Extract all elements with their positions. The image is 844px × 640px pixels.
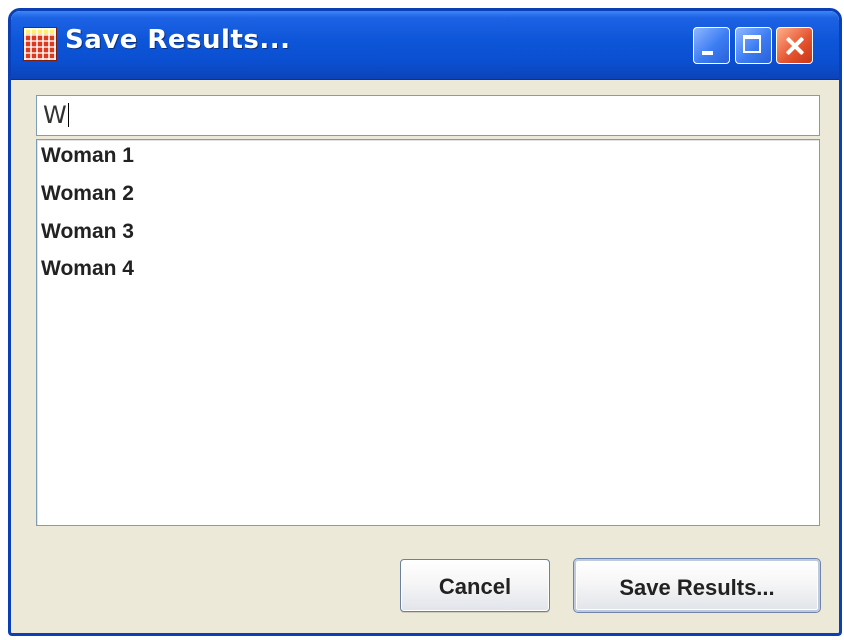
- save-results-window: Save Results... W Woman 1 Woman 2 Woman …: [8, 8, 842, 636]
- minimize-button[interactable]: [693, 27, 730, 64]
- maximize-icon: [743, 35, 761, 53]
- window-title: Save Results...: [65, 25, 291, 55]
- maximize-button[interactable]: [735, 27, 772, 64]
- cancel-button[interactable]: Cancel: [400, 559, 550, 612]
- list-item[interactable]: Woman 1: [41, 144, 134, 180]
- results-list[interactable]: Woman 1 Woman 2 Woman 3 Woman 4: [36, 139, 820, 526]
- list-item[interactable]: Woman 2: [41, 182, 134, 218]
- close-button[interactable]: [776, 27, 813, 64]
- list-item[interactable]: Woman 3: [41, 220, 134, 256]
- minimize-icon: [702, 51, 713, 55]
- text-cursor: [67, 103, 69, 127]
- list-item[interactable]: Woman 4: [41, 257, 134, 293]
- search-input[interactable]: W: [36, 95, 820, 136]
- title-bar[interactable]: Save Results...: [11, 11, 839, 80]
- app-grid-icon: [23, 27, 57, 61]
- save-results-button[interactable]: Save Results...: [574, 559, 820, 612]
- close-icon: [785, 36, 805, 56]
- search-input-value: W: [43, 101, 67, 129]
